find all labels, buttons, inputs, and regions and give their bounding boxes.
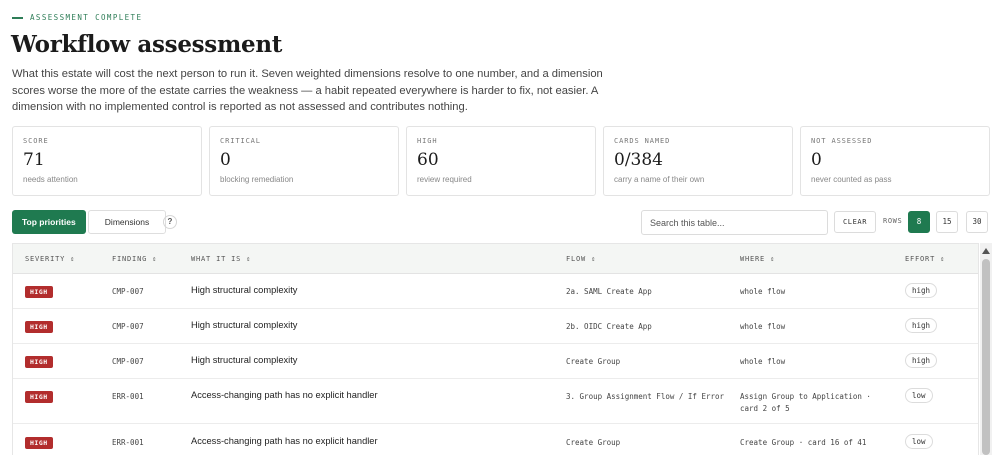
finding-description: High structural complexity [191,355,298,365]
effort-badge: high [905,283,938,298]
table-row[interactable]: HIGH ERR-001 Access-changing path has no… [13,424,978,455]
location: whole flow [740,357,786,366]
finding-description: High structural complexity [191,285,298,295]
status-label: ASSESSMENT COMPLETE [30,13,143,22]
effort-badge: high [905,353,938,368]
effort-badge: high [905,318,938,333]
card-label: HIGH [417,137,438,145]
scrollbar[interactable] [980,243,992,455]
severity-badge: HIGH [25,286,53,298]
finding-description: Access-changing path has no explicit han… [191,390,378,400]
card-label: SCORE [23,137,49,145]
flow-name: 2b. OIDC Create App [566,322,652,331]
card-value: 0 [811,150,822,170]
card-not-assessed: NOT ASSESSED 0 never counted as pass [800,126,990,196]
finding-description: Access-changing path has no explicit han… [191,436,378,446]
finding-description: High structural complexity [191,320,298,330]
severity-badge: HIGH [25,437,53,449]
column-header-finding[interactable]: FINDING ⇕ [112,255,157,263]
effort-badge: low [905,434,933,449]
location: whole flow [740,322,786,331]
table-row[interactable]: HIGH CMP-007 High structural complexity … [13,344,978,379]
finding-id: CMP-007 [112,357,144,366]
card-value: 60 [417,150,439,170]
column-header-flow[interactable]: FLOW ⇕ [566,255,596,263]
flow-name: 3. Group Assignment Flow / If Error [566,392,725,401]
location: whole flow [740,287,786,296]
dash-icon [12,16,23,19]
tab-dimensions[interactable]: Dimensions [88,210,166,234]
card-value: 0/384 [614,150,663,170]
card-high: HIGH 60 review required [406,126,596,196]
card-label: NOT ASSESSED [811,137,873,145]
flow-name: Create Group [566,357,621,366]
finding-id: CMP-007 [112,322,144,331]
finding-id: ERR-001 [112,392,144,401]
column-header-severity[interactable]: SEVERITY ⇕ [25,255,75,263]
card-value: 71 [23,150,45,170]
tab-top-priorities[interactable]: Top priorities [12,210,86,234]
rows-option-8[interactable]: 8 [908,211,930,233]
card-label: CRITICAL [220,137,261,145]
location-detail: card 2 of 5 [740,404,790,413]
page-intro: What this estate will cost the next pers… [12,68,603,113]
clear-button[interactable]: CLEAR [834,211,876,233]
scrollbar-thumb[interactable] [982,259,990,455]
table-row[interactable]: HIGH ERR-001 Access-changing path has no… [13,379,978,424]
finding-id: ERR-001 [112,438,144,447]
card-subtext: review required [417,175,472,184]
card-subtext: needs attention [23,175,78,184]
flow-name: 2a. SAML Create App [566,287,652,296]
status-eyebrow: ASSESSMENT COMPLETE [12,13,142,22]
card-subtext: blocking remediation [220,175,294,184]
severity-badge: HIGH [25,391,53,403]
card-value: 0 [220,150,231,170]
card-subtext: carry a name of their own [614,175,705,184]
rows-option-30[interactable]: 30 [966,211,988,233]
table-controls: Top priorities Dimensions ? CLEAR ROWS 8… [12,210,992,235]
column-header-what-it-is[interactable]: WHAT IT IS ⇕ [191,255,251,263]
rows-label: ROWS [883,217,903,225]
severity-badge: HIGH [25,356,53,368]
page-title: Workflow assessment [11,31,283,58]
table-header: SEVERITY ⇕ FINDING ⇕ WHAT IT IS ⇕ FLOW ⇕… [13,244,978,274]
chevron-up-icon[interactable] [982,248,990,254]
effort-badge: low [905,388,933,403]
flow-name: Create Group [566,438,621,447]
column-header-where[interactable]: WHERE ⇕ [740,255,775,263]
help-icon[interactable]: ? [163,215,177,229]
severity-badge: HIGH [25,321,53,333]
finding-id: CMP-007 [112,287,144,296]
location: Create Group · card 16 of 41 [740,438,867,447]
card-subtext: never counted as pass [811,175,892,184]
card-label: CARDS NAMED [614,137,671,145]
table-row[interactable]: HIGH CMP-007 High structural complexity … [13,274,978,309]
card-critical: CRITICAL 0 blocking remediation [209,126,399,196]
table-row[interactable]: HIGH CMP-007 High structural complexity … [13,309,978,344]
card-cards-named: CARDS NAMED 0/384 carry a name of their … [603,126,793,196]
card-score: SCORE 71 needs attention [12,126,202,196]
location: Assign Group to Application · [740,392,871,401]
summary-cards: SCORE 71 needs attention CRITICAL 0 bloc… [12,126,990,196]
search-input[interactable] [641,210,828,235]
column-header-effort[interactable]: EFFORT ⇕ [905,255,945,263]
rows-option-15[interactable]: 15 [936,211,958,233]
findings-table: SEVERITY ⇕ FINDING ⇕ WHAT IT IS ⇕ FLOW ⇕… [12,243,979,455]
